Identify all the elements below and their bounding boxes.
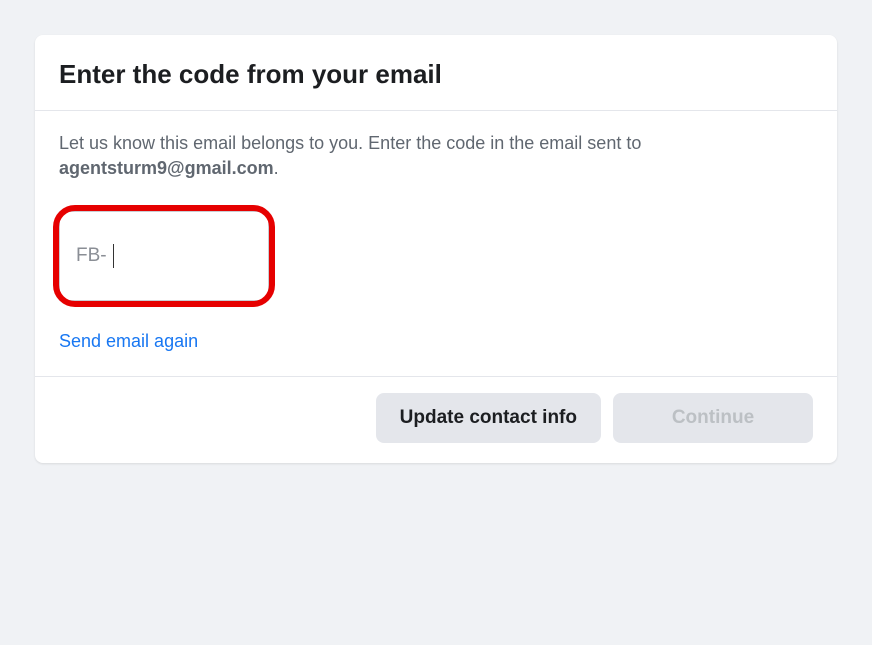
resend-email-link[interactable]: Send email again: [59, 331, 198, 352]
instruction-email: agentsturm9@gmail.com: [59, 158, 274, 178]
update-contact-info-button[interactable]: Update contact info: [376, 393, 601, 443]
text-caret: [113, 244, 114, 268]
dialog-footer: Update contact info Continue: [35, 377, 837, 463]
code-input-wrapper: FB-: [59, 211, 269, 301]
code-input[interactable]: FB-: [59, 211, 269, 301]
verification-dialog: Enter the code from your email Let us kn…: [35, 35, 837, 463]
dialog-header: Enter the code from your email: [35, 35, 837, 111]
instruction-prefix: Let us know this email belongs to you. E…: [59, 133, 641, 153]
instruction-text: Let us know this email belongs to you. E…: [59, 131, 813, 181]
dialog-body: Let us know this email belongs to you. E…: [35, 111, 837, 377]
code-prefix: FB-: [76, 245, 107, 267]
dialog-title: Enter the code from your email: [59, 59, 813, 90]
instruction-suffix: .: [274, 158, 279, 178]
continue-button[interactable]: Continue: [613, 393, 813, 443]
